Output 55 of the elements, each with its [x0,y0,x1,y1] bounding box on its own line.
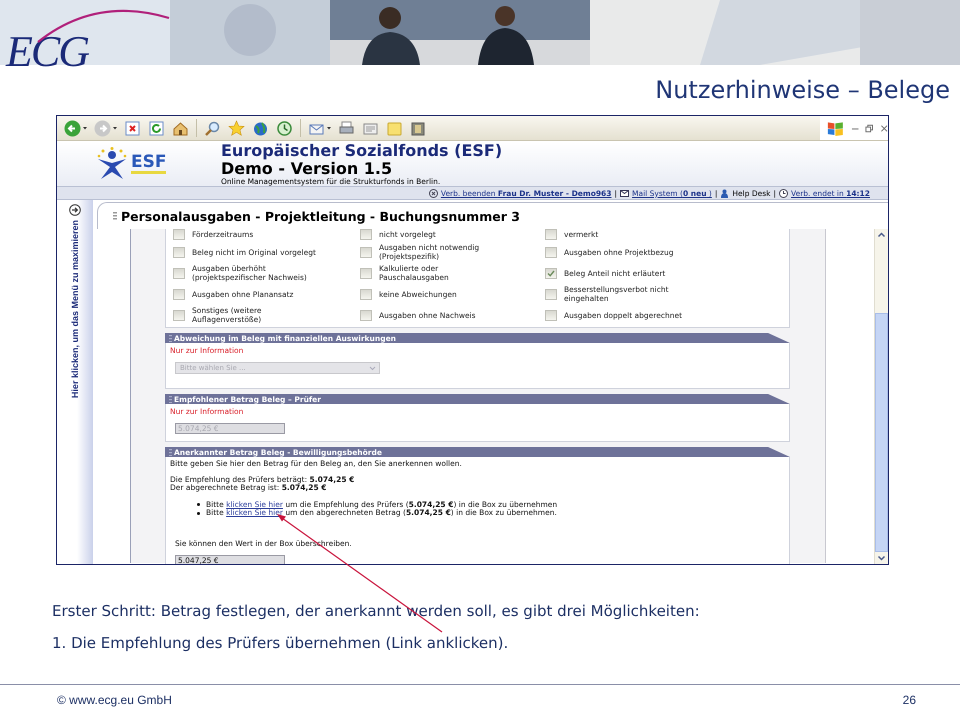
checkbox[interactable] [545,268,557,278]
copyright-text: © www.ecg.eu GmbH [57,693,172,707]
checkbox[interactable] [173,229,185,240]
bullet-icon [197,512,200,515]
caret-icon[interactable] [113,126,117,130]
checkbox[interactable] [360,268,372,278]
star-icon[interactable] [228,120,245,136]
checkbox[interactable] [360,246,372,258]
checkbox[interactable] [173,288,185,300]
slide-title: Nutzerhinweise – Belege [655,76,950,104]
note-text: 1. Die Empfehlung des Prüfers übernehmen (Link anklicken). [52,633,510,654]
checkbox[interactable] [545,310,557,320]
app-title: Europäischer Sozialfonds (ESF) [221,142,502,160]
scrollbar[interactable] [874,229,888,564]
caret-icon[interactable] [327,126,331,130]
figure-icon [95,146,129,180]
checkbox[interactable] [173,268,185,278]
checkbox[interactable] [360,288,372,300]
search-icon[interactable] [204,120,221,136]
restore-icon[interactable] [865,124,874,132]
checkbox[interactable] [173,246,185,258]
app-subtitle: Demo - Version 1.5 [221,160,394,177]
caret-icon [368,364,377,372]
grip-icon [169,396,172,402]
refresh-icon[interactable] [148,120,165,136]
clock-icon[interactable] [779,188,788,198]
arrow-icon[interactable] [69,204,81,216]
printer-icon[interactable] [338,120,355,136]
caret-icon[interactable] [83,126,87,130]
stop-icon[interactable] [124,120,141,136]
grip-icon [113,212,117,220]
sidebar-hint[interactable]: Hier klicken, um das Menü zu maximieren [70,220,80,398]
note-icon[interactable] [386,120,403,136]
grip-icon [169,448,172,456]
checkbox[interactable] [360,310,372,320]
checkbox[interactable] [545,229,557,240]
page-title: Personalausgaben - Projektleitung - Buchungsnummer 3 [121,208,520,224]
page-number: 26 [902,693,916,707]
checkbox[interactable] [360,229,372,240]
close-icon[interactable] [880,124,888,132]
close-icon[interactable] [428,188,438,198]
scrollbar-thumb[interactable] [875,313,888,552]
history-icon[interactable] [276,120,293,136]
person-icon [720,188,730,198]
mail-icon[interactable] [620,188,630,198]
windows-flag-icon [826,120,845,136]
checkbox[interactable] [545,246,557,258]
logo: ESF [131,152,166,174]
checkbox[interactable] [545,288,557,300]
bullet-icon [197,503,200,506]
grip-icon [169,334,172,342]
logo: ECG [6,30,88,74]
checkbox[interactable] [173,310,185,320]
globe-icon[interactable] [252,120,269,136]
home-icon[interactable] [172,120,189,136]
